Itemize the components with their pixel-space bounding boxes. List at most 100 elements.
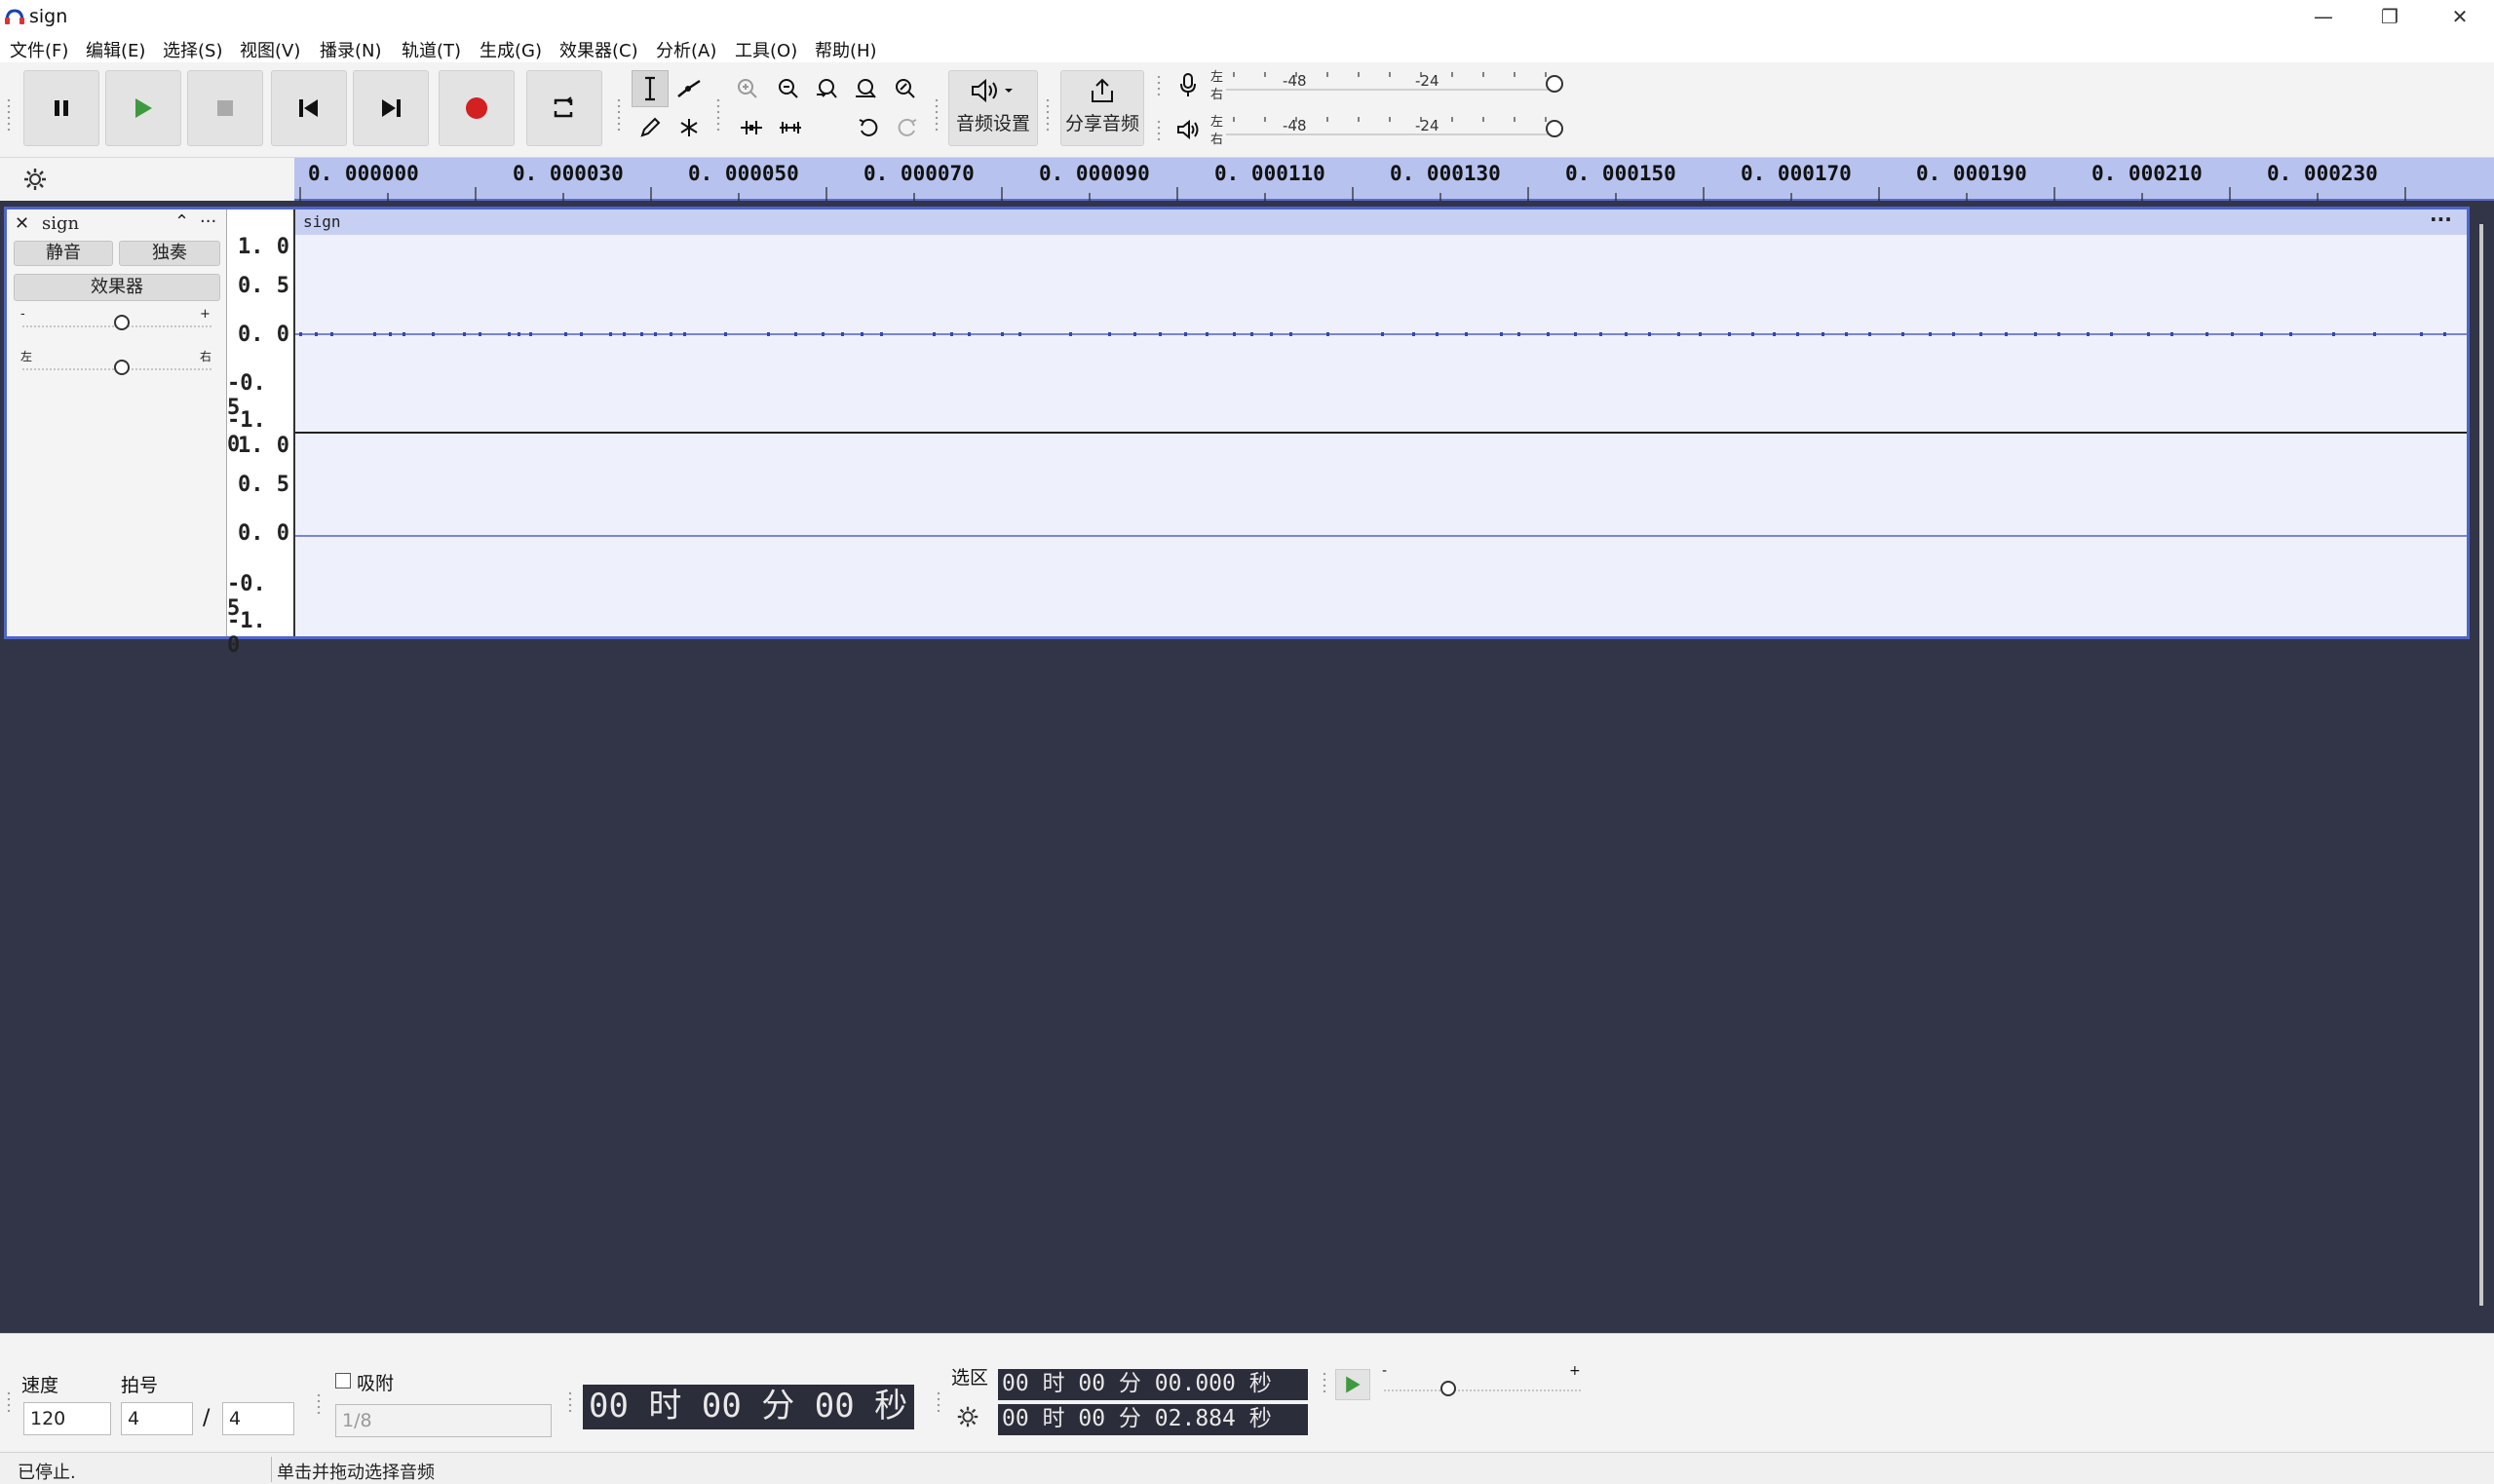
toolbar-grip[interactable] (316, 1392, 322, 1414)
audio-setup-button[interactable]: 音频设置 (948, 70, 1038, 146)
menu-tools[interactable]: 工具(O) (735, 37, 797, 62)
loop-button[interactable] (526, 70, 602, 146)
menu-tracks[interactable]: 轨道(T) (402, 37, 461, 62)
time-display[interactable]: 00 时 00 分 00 秒 (583, 1385, 914, 1429)
record-meter-tick-24: -24 (1415, 72, 1439, 90)
menu-file[interactable]: 文件(F) (10, 37, 68, 62)
menu-analyze[interactable]: 分析(A) (656, 37, 716, 62)
mute-button[interactable]: 静音 (14, 241, 113, 266)
clip-menu-icon[interactable]: ··· (2430, 208, 2452, 231)
selection-tool-button[interactable] (632, 70, 669, 107)
toolbar-grip[interactable] (1322, 1371, 1327, 1392)
record-meter-tick-48: -48 (1283, 72, 1307, 90)
skip-to-start-button[interactable] (271, 70, 347, 146)
trim-icon (741, 121, 762, 134)
record-meter-button[interactable] (1170, 68, 1207, 101)
ruler-tick-label: 0. 000130 (1390, 162, 1501, 185)
track-name[interactable]: sign (42, 213, 79, 234)
vertical-amplitude-ruler[interactable]: 1. 0 0. 5 0. 0 -0. 5 -1. 0 1. 0 0. 5 0. … (227, 209, 295, 658)
draw-tool-button[interactable] (632, 109, 669, 146)
redo-icon (898, 118, 917, 136)
minimize-button[interactable]: — (2290, 0, 2357, 33)
clip-header[interactable]: sign ··· (295, 208, 2467, 235)
zoom-toggle-icon (896, 79, 915, 98)
fit-selection-button[interactable] (809, 70, 846, 107)
menu-effect[interactable]: 效果器(C) (559, 37, 638, 62)
play-icon (135, 98, 152, 118)
fit-project-button[interactable] (848, 70, 885, 107)
ruler-tick-label: 0. 000070 (863, 162, 975, 185)
playback-meter-button[interactable] (1170, 113, 1207, 146)
ruler-tick-label: 0. 000000 (308, 162, 419, 185)
time-signature-numerator[interactable]: 4 (121, 1402, 193, 1435)
toolbar-grip[interactable] (934, 97, 940, 133)
skip-to-end-button[interactable] (353, 70, 429, 146)
zoom-out-button[interactable] (770, 70, 807, 107)
redo-button[interactable] (889, 109, 926, 146)
menu-select[interactable]: 选择(S) (163, 37, 222, 62)
status-state: 已停止. (18, 1463, 76, 1483)
toolbar-grip[interactable] (1156, 74, 1162, 95)
window-title: sign (29, 6, 68, 27)
play-speed-slider[interactable] (1382, 1373, 1583, 1398)
playback-meter-tick-48: -48 (1283, 117, 1307, 134)
timeline-ruler[interactable]: 0. 000000 0. 000030 0. 000050 0. 000070 … (294, 158, 2494, 201)
play-button[interactable] (105, 70, 181, 146)
timeline-options-area (0, 158, 294, 201)
track-close-icon[interactable]: ✕ (15, 213, 29, 234)
menu-generate[interactable]: 生成(G) (480, 37, 542, 62)
tempo-input[interactable]: 120 (23, 1402, 111, 1435)
loop-icon (554, 96, 573, 118)
playback-meter[interactable] (1226, 113, 1577, 142)
menu-view[interactable]: 视图(V) (240, 37, 300, 62)
undo-button[interactable] (850, 109, 887, 146)
play-at-speed-button[interactable] (1335, 1369, 1370, 1400)
zoom-in-button[interactable] (729, 70, 766, 107)
menu-edit[interactable]: 编辑(E) (86, 37, 145, 62)
toolbar-grip[interactable] (6, 97, 12, 133)
ruler-tick-label: 0. 000230 (2267, 162, 2378, 185)
timeline-options-button[interactable] (21, 166, 51, 195)
pan-slider[interactable] (20, 356, 215, 375)
stop-button[interactable] (187, 70, 263, 146)
restore-button[interactable]: ❐ (2357, 0, 2423, 33)
skip-end-icon (382, 99, 401, 117)
selection-end-time[interactable]: 00 时 00 分 02.884 秒 (998, 1404, 1308, 1435)
toolbar-grip[interactable] (1156, 119, 1162, 140)
menu-help[interactable]: 帮助(H) (815, 37, 877, 62)
playback-meter-tick-24: -24 (1415, 117, 1439, 134)
solo-button[interactable]: 独奏 (119, 241, 220, 266)
gain-slider[interactable] (20, 313, 215, 332)
share-icon (1092, 78, 1113, 102)
waveform-canvas[interactable] (295, 209, 2467, 636)
toolbar-grip[interactable] (936, 1390, 941, 1412)
time-signature-denominator[interactable]: 4 (222, 1402, 294, 1435)
record-button[interactable] (439, 70, 515, 146)
close-button[interactable]: ✕ (2427, 0, 2493, 33)
gear-icon (24, 169, 46, 190)
track-menu-icon[interactable]: ··· (200, 211, 216, 232)
menu-transport[interactable]: 播录(N) (320, 37, 382, 62)
vertical-scrollbar[interactable] (2479, 224, 2483, 1306)
snap-checkbox[interactable] (335, 1373, 351, 1389)
selection-start-time[interactable]: 00 时 00 分 00.000 秒 (998, 1369, 1308, 1400)
effects-button[interactable]: 效果器 (14, 274, 220, 301)
trim-audio-button[interactable] (733, 109, 770, 146)
zoom-toggle-button[interactable] (887, 70, 924, 107)
snap-dropdown[interactable]: 1/8 (335, 1404, 552, 1437)
track-collapse-icon[interactable]: ⌃ (174, 211, 189, 232)
envelope-tool-button[interactable] (671, 70, 708, 107)
record-meter[interactable] (1226, 68, 1577, 97)
multi-tool-button[interactable] (671, 109, 708, 146)
toolbar-grip[interactable] (1045, 97, 1051, 133)
toolbar-grip[interactable] (6, 1390, 12, 1412)
share-audio-button[interactable]: 分享音频 (1060, 70, 1144, 146)
toolbar-grip[interactable] (567, 1390, 573, 1412)
toolbar-grip[interactable] (715, 97, 721, 133)
toolbar-grip[interactable] (616, 97, 622, 133)
scale-label: -1. 0 (227, 609, 266, 658)
scale-label: 1. 0 (238, 235, 289, 259)
pause-button[interactable] (23, 70, 99, 146)
silence-audio-button[interactable] (772, 109, 809, 146)
selection-options-button[interactable] (955, 1404, 984, 1433)
